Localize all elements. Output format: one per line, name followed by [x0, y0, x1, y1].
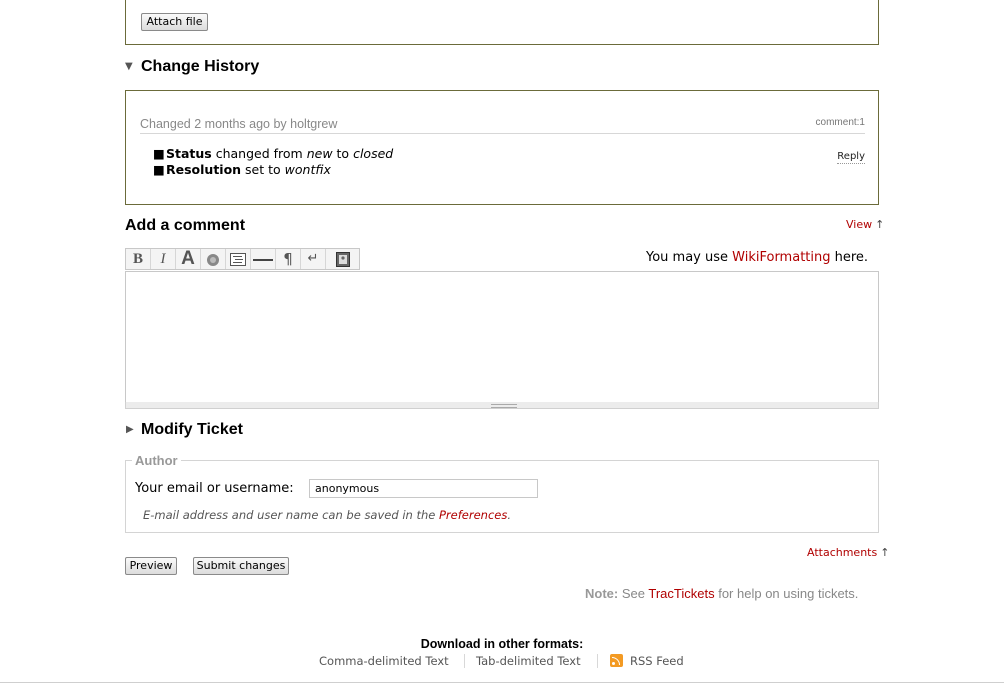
modify-ticket-title[interactable]: Modify Ticket — [141, 421, 243, 439]
preview-button[interactable]: Preview — [125, 557, 177, 575]
change-to-value: closed — [353, 146, 394, 161]
change-from-value: new — [306, 146, 333, 161]
change-author: holtgrew — [290, 117, 338, 131]
italic-icon[interactable]: I — [151, 249, 176, 269]
author-hint-text: E-mail address and user name can be save… — [143, 508, 436, 522]
rss-feed-link[interactable]: RSS Feed — [630, 654, 684, 668]
footer-divider — [0, 682, 1004, 683]
change-to-word: to — [336, 146, 350, 161]
textarea-resize-grip[interactable] — [125, 402, 879, 409]
arrow-up-icon: ↑ — [880, 546, 890, 559]
preferences-link[interactable]: Preferences — [439, 508, 507, 522]
change-to-value: wontfix — [284, 162, 331, 177]
hint-suffix: here. — [834, 250, 869, 265]
horizontal-rule-icon[interactable] — [251, 249, 276, 269]
wiki-formatting-link[interactable]: WikiFormatting — [732, 250, 830, 265]
change-history-title[interactable]: Change History — [141, 58, 259, 76]
wiki-toolbar: B I A ¶ ↵ — [125, 248, 360, 270]
author-hint-end: . — [507, 508, 511, 522]
author-hint: E-mail address and user name can be save… — [143, 508, 511, 522]
heading-icon[interactable]: A — [176, 249, 201, 269]
view-link[interactable]: View ↑ — [846, 218, 884, 231]
change-item-resolution: ■ Resolution set to wontfix — [153, 162, 331, 177]
trac-tickets-link[interactable]: TracTickets — [648, 586, 714, 601]
comment-anchor-link[interactable]: comment:1 — [816, 117, 865, 128]
change-age-link[interactable]: 2 months ago — [194, 117, 270, 131]
arrow-up-icon: ↑ — [875, 218, 885, 231]
expand-triangle-icon[interactable]: ▶ — [126, 424, 134, 435]
csv-format-link[interactable]: Comma-delimited Text — [319, 654, 449, 668]
attachments-link[interactable]: Attachments ↑ — [807, 546, 889, 559]
comment-textarea[interactable] — [125, 271, 879, 403]
change-item-status: ■ Status changed from new to closed — [153, 146, 394, 161]
grip-lines — [491, 404, 517, 408]
attachments-link-text[interactable]: Attachments — [807, 546, 877, 559]
help-note: Note: See TracTickets for help on using … — [585, 586, 858, 601]
change-meta: Changed 2 months ago by holtgrew comment… — [140, 117, 865, 134]
format-separator — [597, 654, 598, 668]
bullet-icon: ■ — [153, 146, 165, 161]
change-field: Resolution — [166, 162, 242, 177]
author-fieldset: Author Your email or username: anonymous… — [125, 453, 879, 533]
view-link-text[interactable]: View — [846, 218, 872, 231]
collapse-triangle-icon[interactable]: ▼ — [125, 61, 133, 72]
submit-changes-button[interactable]: Submit changes — [193, 557, 289, 575]
tsv-format-link[interactable]: Tab-delimited Text — [476, 654, 581, 668]
author-input[interactable]: anonymous — [309, 479, 538, 498]
bullet-icon: ■ — [153, 162, 165, 177]
note-see: See — [621, 586, 645, 601]
note-rest: for help on using tickets. — [718, 586, 859, 601]
code-block-icon[interactable] — [226, 249, 251, 269]
change-field: Status — [166, 146, 212, 161]
add-comment-title: Add a comment — [125, 217, 246, 234]
line-break-icon[interactable]: ↵ — [301, 249, 326, 269]
paragraph-icon[interactable]: ¶ — [276, 249, 301, 269]
format-separator — [464, 654, 465, 668]
attach-file-button[interactable]: Attach file — [141, 13, 208, 31]
changed-prefix: Changed — [140, 117, 191, 131]
change-verb: changed from — [215, 146, 303, 161]
note-label: Note: — [585, 586, 619, 601]
by-word: by — [273, 117, 287, 131]
reply-button[interactable]: Reply — [837, 151, 865, 164]
rss-icon[interactable] — [610, 654, 623, 667]
download-title: Download in other formats: — [420, 637, 584, 651]
wiki-formatting-hint: You may use WikiFormatting here. — [646, 250, 868, 265]
bold-icon[interactable]: B — [126, 249, 151, 269]
image-icon[interactable] — [326, 249, 359, 269]
link-icon[interactable] — [201, 249, 226, 269]
hint-prefix: You may use — [646, 250, 729, 265]
attachments-box: Attach file — [125, 0, 879, 45]
author-label: Your email or username: — [135, 481, 294, 496]
author-legend: Author — [132, 453, 181, 468]
change-history-box: Changed 2 months ago by holtgrew comment… — [125, 90, 879, 205]
change-verb: set to — [245, 162, 281, 177]
